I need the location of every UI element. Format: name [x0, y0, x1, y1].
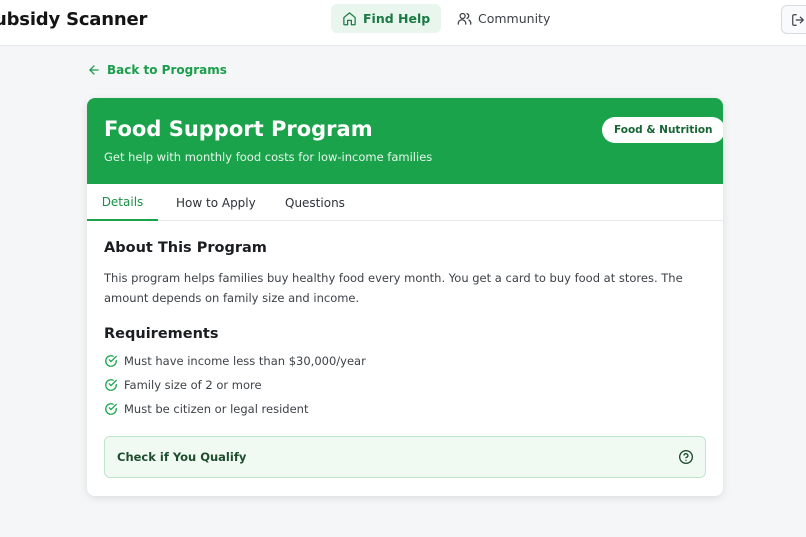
program-card: Food Support Program Get help with month… [87, 98, 723, 496]
app-brand[interactable]: ubsidy Scanner [0, 9, 147, 30]
arrow-left-icon [89, 65, 99, 75]
program-header: Food Support Program Get help with month… [87, 98, 723, 184]
program-subtitle: Get help with monthly food costs for low… [104, 150, 433, 164]
tab-questions[interactable]: Questions [285, 184, 345, 221]
nav-community-button[interactable]: Community [446, 4, 561, 33]
tab-details[interactable]: Details [87, 184, 158, 221]
requirement-text: Must be citizen or legal resident [124, 402, 309, 416]
program-tabs: Details How to Apply Questions [87, 184, 723, 221]
nav-community-label: Community [478, 11, 551, 26]
about-section-title: About This Program [104, 240, 267, 256]
check-qualify-button[interactable]: Check if You Qualify [104, 436, 706, 478]
program-title: Food Support Program [104, 117, 373, 141]
home-icon [343, 12, 356, 26]
category-badge: Food & Nutrition [602, 117, 723, 143]
help-circle-icon [679, 450, 693, 464]
back-link-label: Back to Programs [107, 63, 227, 77]
requirement-text: Family size of 2 or more [124, 378, 262, 392]
about-description: This program helps families buy healthy … [104, 271, 683, 305]
check-qualify-label: Check if You Qualify [117, 450, 247, 464]
logout-button[interactable] [781, 5, 806, 34]
check-circle-icon [105, 379, 117, 391]
top-navigation-bar: ubsidy Scanner Find Help Community [0, 0, 806, 46]
logout-icon [792, 13, 804, 26]
tab-how-to-apply[interactable]: How to Apply [176, 184, 256, 221]
requirement-item: Must be citizen or legal resident [104, 402, 308, 416]
nav-find-help-button[interactable]: Find Help [331, 4, 442, 33]
users-icon [457, 12, 472, 25]
back-to-programs-link[interactable]: Back to Programs [87, 63, 227, 77]
requirement-item: Family size of 2 or more [104, 378, 262, 392]
requirement-text: Must have income less than $30,000/year [124, 354, 366, 368]
check-circle-icon [105, 403, 117, 415]
requirements-section-title: Requirements [104, 326, 219, 342]
check-circle-icon [105, 355, 117, 367]
requirement-item: Must have income less than $30,000/year [104, 354, 366, 368]
nav-find-help-label: Find Help [363, 11, 431, 26]
